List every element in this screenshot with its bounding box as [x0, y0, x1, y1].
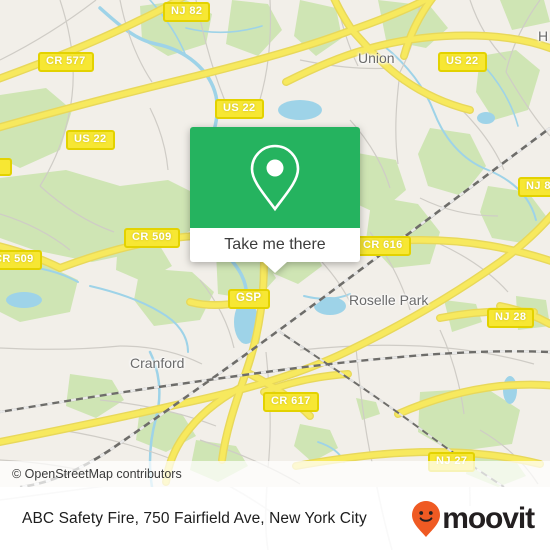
popup-action-bar[interactable]: Take me there — [190, 228, 360, 273]
location-popup[interactable]: Take me there — [190, 127, 360, 273]
road-shield: GSP — [228, 289, 270, 309]
road-shield: NJ 28 — [487, 308, 535, 328]
place-label-cranford: Cranford — [130, 355, 185, 371]
place-label-roselle-park: Roselle Park — [349, 292, 429, 308]
moovit-logo[interactable]: moovit — [411, 500, 535, 538]
road-shield-partial — [0, 158, 12, 176]
road-shield: CR 509 — [124, 228, 180, 248]
moovit-map-page: NJ 82 CR 577 US 22 US 22 US 22 NJ 82 CR … — [0, 0, 550, 550]
popup-header — [190, 127, 360, 228]
moovit-pin-smiley-icon — [412, 500, 441, 537]
road-shield: CR 617 — [263, 392, 319, 412]
road-shield: NJ 82 — [163, 2, 211, 22]
map-pin-icon — [250, 144, 300, 211]
road-shield: CR 577 — [38, 52, 94, 72]
road-shield: NJ 82 — [518, 177, 550, 197]
map-attribution: © OpenStreetMap contributors — [0, 461, 550, 487]
take-me-there-label: Take me there — [224, 236, 326, 253]
attribution-text: © OpenStreetMap contributors — [12, 467, 182, 481]
road-shield: US 22 — [66, 130, 115, 150]
road-shield: US 22 — [438, 52, 487, 72]
road-shield: US 22 — [215, 99, 264, 119]
road-shield: CR 616 — [355, 236, 411, 256]
location-title: ABC Safety Fire, 750 Fairfield Ave, New … — [22, 509, 367, 527]
place-label-partial: H — [538, 28, 549, 44]
place-label-union: Union — [358, 50, 395, 66]
moovit-wordmark: moovit — [442, 501, 535, 535]
popup-tail — [263, 262, 287, 273]
page-footer: ABC Safety Fire, 750 Fairfield Ave, New … — [0, 487, 550, 550]
road-shield: CR 509 — [0, 250, 42, 270]
